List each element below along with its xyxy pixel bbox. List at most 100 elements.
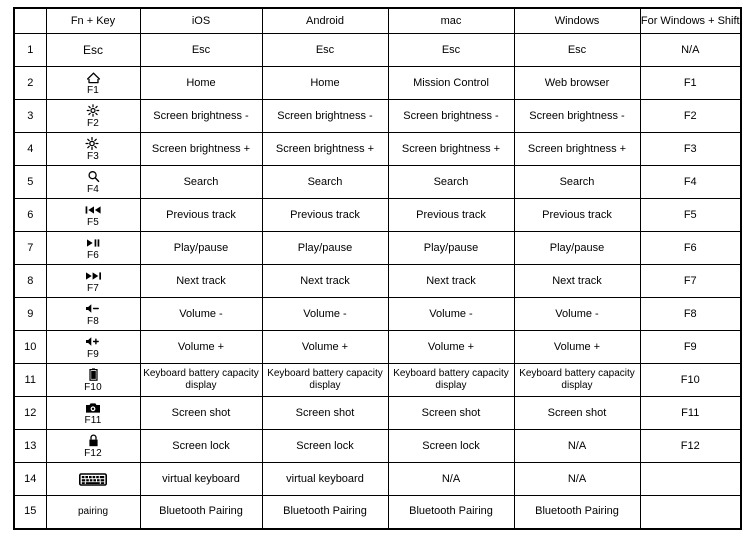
brightness-down-icon xyxy=(86,104,100,118)
fn-label: F8 xyxy=(86,315,100,327)
row-index: 2 xyxy=(13,66,47,100)
row-index: 7 xyxy=(13,231,47,265)
fn-label: F6 xyxy=(86,249,100,261)
cell-windows-shift: F3 xyxy=(639,132,742,166)
key-cell: F10 xyxy=(45,363,141,397)
fn-label: F12 xyxy=(84,447,102,459)
cell-windows: N/A xyxy=(513,462,641,496)
cell-mac: Mission Control xyxy=(387,66,515,100)
lock-icon xyxy=(88,434,99,448)
volume-up-icon xyxy=(85,335,101,349)
cell-windows-shift: F9 xyxy=(639,330,742,364)
cell-mac: Keyboard battery capacity display xyxy=(387,363,515,397)
cell-ios: Home xyxy=(139,66,263,100)
cell-ios: Screen lock xyxy=(139,429,263,463)
key-cell: F9 xyxy=(45,330,141,364)
table-row: 14 virtual keyboard virtual keyboard N/A… xyxy=(13,462,742,496)
cell-ios: Search xyxy=(139,165,263,199)
table-row: 15 pairing Bluetooth Pairing Bluetooth P… xyxy=(13,495,742,529)
cell-windows-shift: F10 xyxy=(639,363,742,397)
cell-windows: Previous track xyxy=(513,198,641,232)
row-index: 8 xyxy=(13,264,47,298)
table-row: 1 Esc Esc Esc Esc Esc N/A xyxy=(13,33,742,67)
home-icon xyxy=(86,71,101,85)
row-index: 5 xyxy=(13,165,47,199)
cell-mac: Volume + xyxy=(387,330,515,364)
cell-windows: Search xyxy=(513,165,641,199)
cell-windows-shift xyxy=(639,495,742,529)
table-row: 11 F10 Keyboard battery capacity display… xyxy=(13,363,742,397)
header-fn-key: Fn + Key xyxy=(45,7,141,34)
play-pause-icon xyxy=(86,236,101,250)
table-row: 13 F12 Screen lock Screen lock Screen lo… xyxy=(13,429,742,463)
cell-android: Home xyxy=(261,66,389,100)
header-row: Fn + Key iOS Android mac Windows For Win… xyxy=(14,7,742,34)
cell-android: Keyboard battery capacity display xyxy=(261,363,389,397)
cell-android: Screen lock xyxy=(261,429,389,463)
row-index: 4 xyxy=(13,132,47,166)
cell-android: virtual keyboard xyxy=(261,462,389,496)
fn-label: F2 xyxy=(86,117,100,129)
cell-windows-shift: F7 xyxy=(639,264,742,298)
cell-windows: Esc xyxy=(513,33,641,67)
row-index: 6 xyxy=(13,198,47,232)
cell-ios: Volume + xyxy=(139,330,263,364)
search-icon xyxy=(87,170,100,184)
key-cell: F8 xyxy=(45,297,141,331)
battery-icon xyxy=(88,368,98,382)
cell-windows-shift: F5 xyxy=(639,198,742,232)
cell-ios: Next track xyxy=(139,264,263,298)
cell-android: Next track xyxy=(261,264,389,298)
cell-windows-shift: N/A xyxy=(639,33,742,67)
key-cell: F2 xyxy=(45,99,141,133)
cell-windows-shift: F12 xyxy=(639,429,742,463)
keyboard-shortcut-chart: Fn + Key iOS Android mac Windows For Win… xyxy=(0,7,753,542)
cell-windows: Screen shot xyxy=(513,396,641,430)
fn-label: F4 xyxy=(86,183,100,195)
cell-android: Volume - xyxy=(261,297,389,331)
table-row: 3 F2 Screen brightness - Screen brightne… xyxy=(13,99,742,133)
next-track-icon xyxy=(85,269,102,283)
cell-windows: Next track xyxy=(513,264,641,298)
row-index: 1 xyxy=(13,33,47,67)
fn-label: F1 xyxy=(86,84,100,96)
key-cell: F12 xyxy=(45,429,141,463)
key-cell: F3 xyxy=(45,132,141,166)
cell-windows: Keyboard battery capacity display xyxy=(513,363,641,397)
table-row: 9 F8 Volume - Volume - Volume - Volume -… xyxy=(13,297,742,331)
brightness-up-icon xyxy=(85,137,101,151)
cell-windows: Play/pause xyxy=(513,231,641,265)
row-index: 10 xyxy=(13,330,47,364)
cell-windows-shift: F8 xyxy=(639,297,742,331)
header-windows: Windows xyxy=(513,7,641,34)
cell-mac: Screen lock xyxy=(387,429,515,463)
table-body: 1 Esc Esc Esc Esc Esc N/A 2 F1 Home Home… xyxy=(13,33,742,529)
row-index: 9 xyxy=(13,297,47,331)
key-cell: pairing xyxy=(45,495,141,529)
row-index: 14 xyxy=(13,462,47,496)
fn-label: F3 xyxy=(86,150,100,162)
cell-mac: Bluetooth Pairing xyxy=(387,495,515,529)
cell-android: Screen brightness + xyxy=(261,132,389,166)
cell-windows-shift xyxy=(639,462,742,496)
cell-windows: Screen brightness + xyxy=(513,132,641,166)
header-android: Android xyxy=(261,7,389,34)
cell-ios: Esc xyxy=(139,33,263,67)
table-row: 4 F3 Screen brightness + Screen brightne… xyxy=(13,132,742,166)
cell-windows-shift: F4 xyxy=(639,165,742,199)
fn-label: F5 xyxy=(86,216,100,228)
cell-windows: Web browser xyxy=(513,66,641,100)
cell-windows: N/A xyxy=(513,429,641,463)
cell-android: Volume + xyxy=(261,330,389,364)
cell-ios: Screen shot xyxy=(139,396,263,430)
cell-android: Play/pause xyxy=(261,231,389,265)
table-row: 2 F1 Home Home Mission Control Web brows… xyxy=(13,66,742,100)
table-row: 12 F11 Screen shot Screen shot Screen sh… xyxy=(13,396,742,430)
cell-ios: Keyboard battery capacity display xyxy=(139,363,263,397)
key-cell: F5 xyxy=(45,198,141,232)
cell-mac: Search xyxy=(387,165,515,199)
cell-windows-shift: F2 xyxy=(639,99,742,133)
virtual-keyboard-icon xyxy=(79,472,107,486)
cell-ios: Bluetooth Pairing xyxy=(139,495,263,529)
key-label: Esc xyxy=(82,43,103,57)
